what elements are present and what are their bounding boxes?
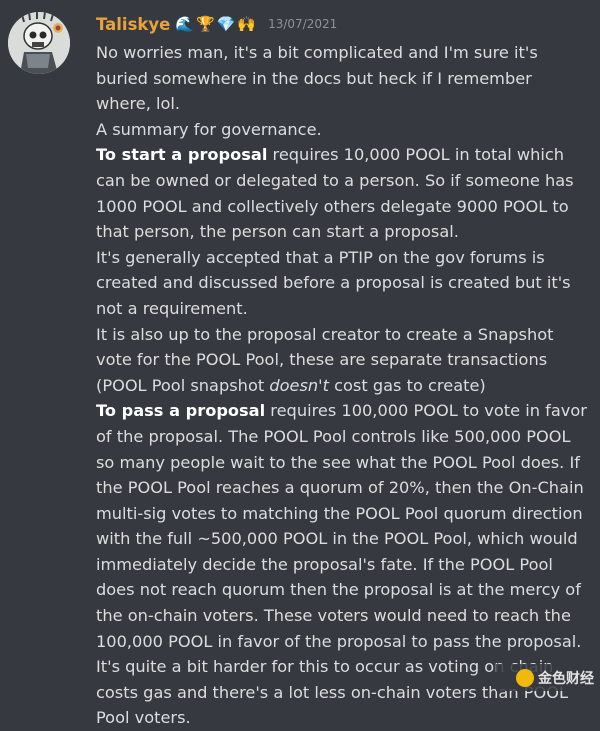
avatar[interactable] xyxy=(8,12,70,74)
watermark: 金色财经 xyxy=(496,664,600,691)
coin-logo-icon xyxy=(516,668,534,687)
message-header: Taliskye 🌊 🏆 💎 🙌 13/07/2021 xyxy=(96,12,337,36)
watermark-text: 金色财经 xyxy=(538,670,594,687)
username[interactable]: Taliskye xyxy=(96,15,170,34)
message-paragraph-ptip: It's generally accepted that a PTIP on t… xyxy=(96,247,571,318)
paragraph-text: cost gas to create) xyxy=(328,375,486,395)
message-line: A summary for governance. xyxy=(96,119,322,139)
message-line: No worries man, it's a bit complicated a… xyxy=(96,43,538,114)
wave-badge-icon: 🌊 xyxy=(175,14,195,33)
timestamp[interactable]: 13/07/2021 xyxy=(268,17,337,31)
message-paragraph-start-proposal: To start a proposal requires 10,000 POOL… xyxy=(96,142,590,244)
skull-avatar-icon xyxy=(8,12,70,74)
raised-hands-badge-icon: 🙌 xyxy=(237,14,257,33)
chat-message: Taliskye 🌊 🏆 💎 🙌 13/07/2021 No worries m… xyxy=(0,0,600,727)
trophy-badge-icon: 🏆 xyxy=(196,14,215,33)
bold-heading: To start a proposal xyxy=(96,145,268,165)
message-paragraph-snapshot: It is also up to the proposal creator to… xyxy=(96,322,590,399)
diamond-badge-icon: 💎 xyxy=(216,14,236,33)
italic-text: doesn't xyxy=(269,375,329,395)
message-body: No worries man, it's a bit complicated a… xyxy=(96,40,590,731)
bold-heading: To pass a proposal xyxy=(96,401,266,421)
